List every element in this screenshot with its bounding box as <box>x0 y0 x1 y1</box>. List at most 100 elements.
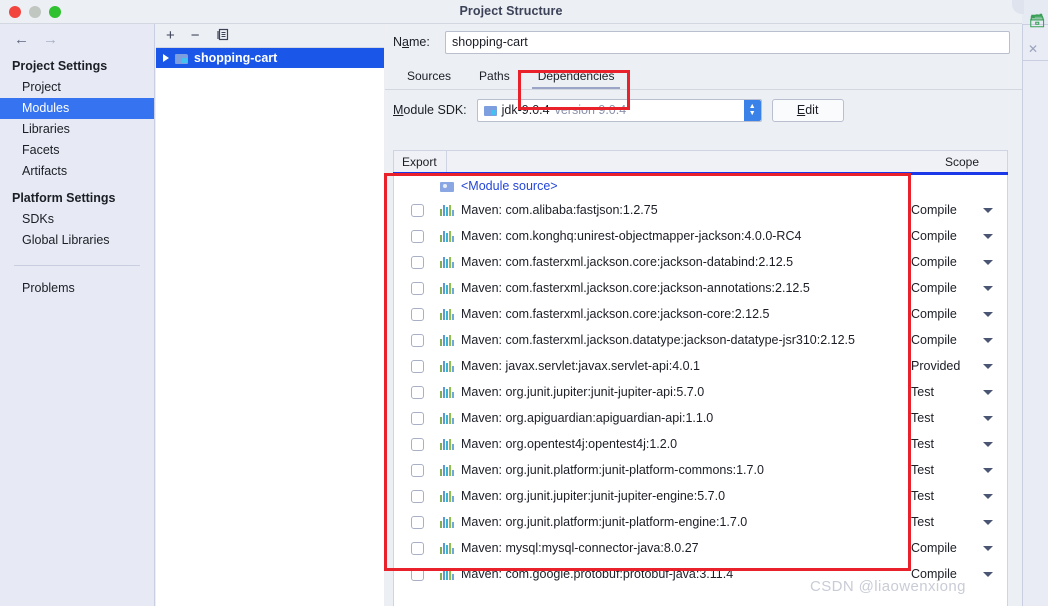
export-checkbox[interactable] <box>410 437 424 451</box>
module-sdk-select[interactable]: jdk-9.0.4 version 9.0.4 ▲ ▼ <box>476 98 762 122</box>
scope-dropdown[interactable]: Test <box>907 411 1007 425</box>
export-checkbox[interactable] <box>410 307 424 321</box>
export-checkbox-cell[interactable] <box>394 411 440 425</box>
export-checkbox-cell[interactable] <box>394 541 440 555</box>
scope-dropdown[interactable]: Compile <box>907 229 1007 243</box>
export-checkbox-cell[interactable] <box>394 515 440 529</box>
chevron-down-icon[interactable] <box>983 519 993 525</box>
chevron-down-icon[interactable] <box>983 389 993 395</box>
export-checkbox[interactable] <box>410 359 424 373</box>
database-icon[interactable]: 🗃 <box>1029 14 1046 28</box>
export-checkbox[interactable] <box>410 385 424 399</box>
chevron-down-icon[interactable] <box>983 285 993 291</box>
tab-dependencies[interactable]: Dependencies <box>524 69 629 90</box>
export-checkbox[interactable] <box>410 411 424 425</box>
export-checkbox-cell[interactable] <box>394 437 440 451</box>
back-arrow-icon[interactable]: ← <box>14 32 29 47</box>
export-checkbox[interactable] <box>410 229 424 243</box>
export-checkbox[interactable] <box>410 489 424 503</box>
close-icon[interactable]: ✕ <box>1028 42 1038 56</box>
chevron-down-icon[interactable] <box>983 363 993 369</box>
export-checkbox[interactable] <box>410 255 424 269</box>
table-row[interactable]: Maven: com.konghq:unirest-objectmapper-j… <box>394 223 1007 249</box>
chevron-down-icon[interactable] <box>983 311 993 317</box>
sidebar-nav-buttons[interactable]: ← → <box>0 24 154 50</box>
copy-module-icon[interactable] <box>216 28 229 44</box>
sidebar-item-problems[interactable]: Problems <box>0 278 154 299</box>
chevron-down-icon[interactable] <box>983 337 993 343</box>
export-checkbox-cell[interactable] <box>394 567 440 581</box>
column-divider[interactable] <box>446 150 447 173</box>
chevron-down-icon[interactable] <box>983 233 993 239</box>
scope-dropdown[interactable]: Compile <box>907 541 1007 555</box>
sidebar-item-global-libraries[interactable]: Global Libraries <box>0 230 154 251</box>
scope-dropdown[interactable]: Test <box>907 463 1007 477</box>
chevron-down-icon[interactable] <box>983 207 993 213</box>
export-checkbox[interactable] <box>410 203 424 217</box>
sidebar-item-artifacts[interactable]: Artifacts <box>0 161 154 182</box>
export-checkbox[interactable] <box>410 541 424 555</box>
export-checkbox-cell[interactable] <box>394 463 440 477</box>
tab-sources[interactable]: Sources <box>393 69 465 90</box>
remove-module-icon[interactable]: − <box>191 28 200 43</box>
export-checkbox[interactable] <box>410 333 424 347</box>
chevron-down-icon[interactable] <box>983 571 993 577</box>
export-checkbox-cell[interactable] <box>394 333 440 347</box>
table-row[interactable]: Maven: org.junit.platform:junit-platform… <box>394 509 1007 535</box>
export-checkbox-cell[interactable] <box>394 281 440 295</box>
scope-dropdown[interactable]: Compile <box>907 307 1007 321</box>
tab-paths[interactable]: Paths <box>465 69 524 90</box>
table-row[interactable]: Maven: org.junit.jupiter:junit-jupiter-a… <box>394 379 1007 405</box>
scope-dropdown[interactable]: Compile <box>907 567 1007 581</box>
chevron-down-icon[interactable] <box>983 545 993 551</box>
export-checkbox[interactable] <box>410 463 424 477</box>
chevron-down-icon[interactable] <box>983 467 993 473</box>
module-source-row[interactable]: <Module source> <box>394 175 1007 197</box>
table-row[interactable]: Maven: org.opentest4j:opentest4j:1.2.0 Te… <box>394 431 1007 457</box>
table-row[interactable]: Maven: org.junit.platform:junit-platform… <box>394 457 1007 483</box>
scope-dropdown[interactable]: Compile <box>907 255 1007 269</box>
sidebar-item-sdks[interactable]: SDKs <box>0 209 154 230</box>
sidebar-item-libraries[interactable]: Libraries <box>0 119 154 140</box>
table-row[interactable]: Maven: com.google.protobuf:protobuf-java… <box>394 561 1007 587</box>
dependencies-table-body[interactable]: <Module source> Maven: com.alibaba:fastj… <box>393 175 1008 606</box>
scope-dropdown[interactable]: Test <box>907 515 1007 529</box>
table-row[interactable]: Maven: com.fasterxml.jackson.datatype:ja… <box>394 327 1007 353</box>
edit-sdk-button[interactable]: Edit <box>771 98 844 122</box>
table-row[interactable]: Maven: mysql:mysql-connector-java:8.0.27… <box>394 535 1007 561</box>
scope-dropdown[interactable]: Compile <box>907 281 1007 295</box>
export-checkbox-cell[interactable] <box>394 385 440 399</box>
scope-dropdown[interactable]: Test <box>907 489 1007 503</box>
table-row[interactable]: Maven: com.fasterxml.jackson.core:jackso… <box>394 249 1007 275</box>
scope-dropdown[interactable]: Provided <box>907 359 1007 373</box>
chevron-down-icon[interactable] <box>983 441 993 447</box>
export-checkbox-cell[interactable] <box>394 489 440 503</box>
expand-arrow-icon[interactable] <box>163 54 169 62</box>
export-checkbox[interactable] <box>410 515 424 529</box>
export-checkbox-cell[interactable] <box>394 229 440 243</box>
scope-dropdown[interactable]: Compile <box>907 203 1007 217</box>
sidebar-item-facets[interactable]: Facets <box>0 140 154 161</box>
chevron-down-icon[interactable] <box>983 493 993 499</box>
column-header-export[interactable]: Export <box>394 155 446 169</box>
scope-dropdown[interactable]: Test <box>907 437 1007 451</box>
table-row[interactable]: Maven: com.fasterxml.jackson.core:jackso… <box>394 275 1007 301</box>
chevron-down-icon[interactable] <box>983 259 993 265</box>
export-checkbox-cell[interactable] <box>394 203 440 217</box>
forward-arrow-icon[interactable]: → <box>43 32 58 47</box>
table-row[interactable]: Maven: javax.servlet:javax.servlet-api:4… <box>394 353 1007 379</box>
table-row[interactable]: Maven: com.fasterxml.jackson.core:jackso… <box>394 301 1007 327</box>
table-row[interactable]: Maven: com.alibaba:fastjson:1.2.75 Compil… <box>394 197 1007 223</box>
table-row[interactable]: Maven: org.apiguardian:apiguardian-api:1… <box>394 405 1007 431</box>
spinner-arrows-icon[interactable]: ▲ ▼ <box>743 99 761 121</box>
table-row[interactable]: Maven: org.junit.jupiter:junit-jupiter-e… <box>394 483 1007 509</box>
module-tree-item-shopping-cart[interactable]: shopping-cart <box>156 48 384 68</box>
scope-dropdown[interactable]: Test <box>907 385 1007 399</box>
export-checkbox[interactable] <box>410 567 424 581</box>
export-checkbox[interactable] <box>410 281 424 295</box>
export-checkbox-cell[interactable] <box>394 255 440 269</box>
scope-dropdown[interactable]: Compile <box>907 333 1007 347</box>
export-checkbox-cell[interactable] <box>394 359 440 373</box>
module-name-input[interactable] <box>445 30 1010 54</box>
export-checkbox-cell[interactable] <box>394 307 440 321</box>
